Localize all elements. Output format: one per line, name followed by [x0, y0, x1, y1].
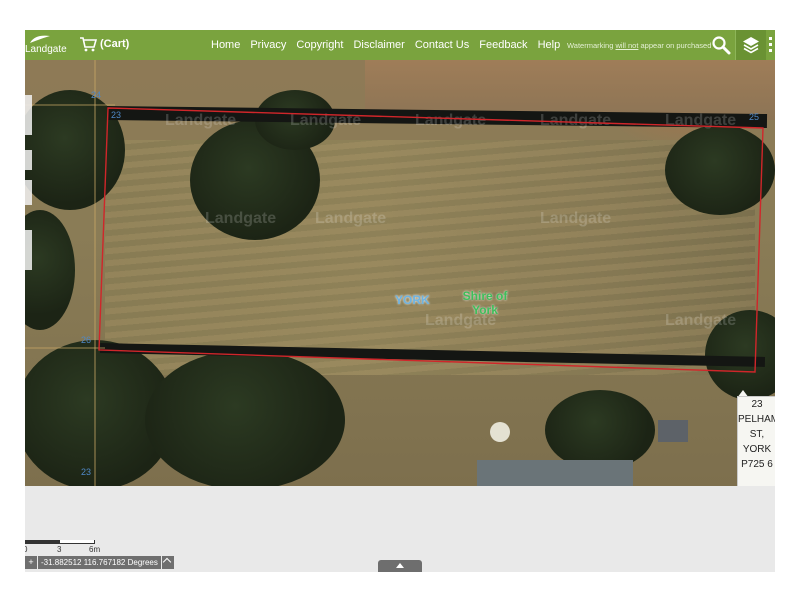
coordinate-toggle-button[interactable]: + [25, 555, 37, 569]
lga-label: Shire of York [455, 289, 515, 317]
scale-bar-graphic [25, 540, 95, 544]
tool-button[interactable] [25, 180, 32, 205]
logo-text: Landgate [25, 44, 67, 55]
watermark-notice-before: Watermarking [567, 41, 616, 50]
expand-panel-handle[interactable] [378, 560, 422, 572]
cart-label: (Cart) [100, 38, 130, 50]
locality-label: YORK [395, 293, 430, 307]
address-popup[interactable]: 23 PELHAM ST, YORK P725 6 [737, 396, 775, 486]
popup-line: 23 [751, 399, 763, 410]
main-nav: Home Privacy Copyright Disclaimer Contac… [211, 39, 570, 51]
nav-copyright[interactable]: Copyright [296, 39, 343, 51]
layers-button[interactable] [735, 30, 766, 60]
scale-tick: 0 [25, 545, 28, 554]
search-icon[interactable] [711, 35, 731, 55]
nav-home[interactable]: Home [211, 39, 240, 51]
watermark-notice: Watermarking will not appear on purchase… [567, 41, 713, 50]
watermark-notice-link[interactable]: will not [615, 41, 638, 50]
landgate-logo[interactable]: Landgate [25, 32, 67, 58]
lot-number: 23 [81, 467, 92, 477]
coordinate-readout: + -31.882512 116.767182 Degrees [25, 555, 174, 569]
scale-tick: 6m [89, 545, 101, 554]
nav-feedback[interactable]: Feedback [479, 39, 527, 51]
tool-button[interactable] [25, 230, 32, 270]
top-bar: Landgate (Cart) Home Privacy Copyright D… [25, 30, 775, 60]
nav-contact-us[interactable]: Contact Us [415, 39, 469, 51]
chevron-up-icon[interactable] [161, 555, 174, 569]
nav-help[interactable]: Help [538, 39, 561, 51]
lot-number: 25 [749, 112, 760, 122]
watermark-notice-after: appear on purchased products [640, 41, 714, 50]
popup-line: PELHAM [738, 414, 775, 425]
cart-icon [80, 37, 97, 52]
parcel-boundary [98, 107, 764, 373]
more-icon[interactable] [766, 34, 775, 56]
aerial-map[interactable]: Landgate Landgate Landgate Landgate Land… [25, 60, 775, 486]
lot-number: 24 [91, 90, 102, 100]
boundary-overlay [25, 60, 764, 486]
logo-leaf-icon [30, 35, 50, 43]
nav-privacy[interactable]: Privacy [250, 39, 286, 51]
map-application: Landgate (Cart) Home Privacy Copyright D… [25, 30, 775, 572]
popup-line: P725 6 [741, 459, 773, 470]
popup-line: YORK [742, 444, 772, 455]
layers-icon [743, 37, 759, 54]
cart-button[interactable]: (Cart) [79, 36, 129, 52]
nav-disclaimer[interactable]: Disclaimer [353, 39, 404, 51]
map-tools [25, 95, 33, 275]
zoom-control[interactable] [25, 95, 32, 135]
popup-line: ST, [749, 429, 765, 440]
lot-number: 23 [111, 110, 122, 120]
lga-label-line1: Shire of [462, 289, 508, 303]
scale-tick: 3 [57, 545, 62, 554]
lot-number: 26 [81, 335, 92, 345]
lga-label-line2: York [472, 303, 498, 317]
coordinate-value: -31.882512 116.767182 Degrees [38, 555, 161, 569]
tool-button[interactable] [25, 150, 32, 170]
